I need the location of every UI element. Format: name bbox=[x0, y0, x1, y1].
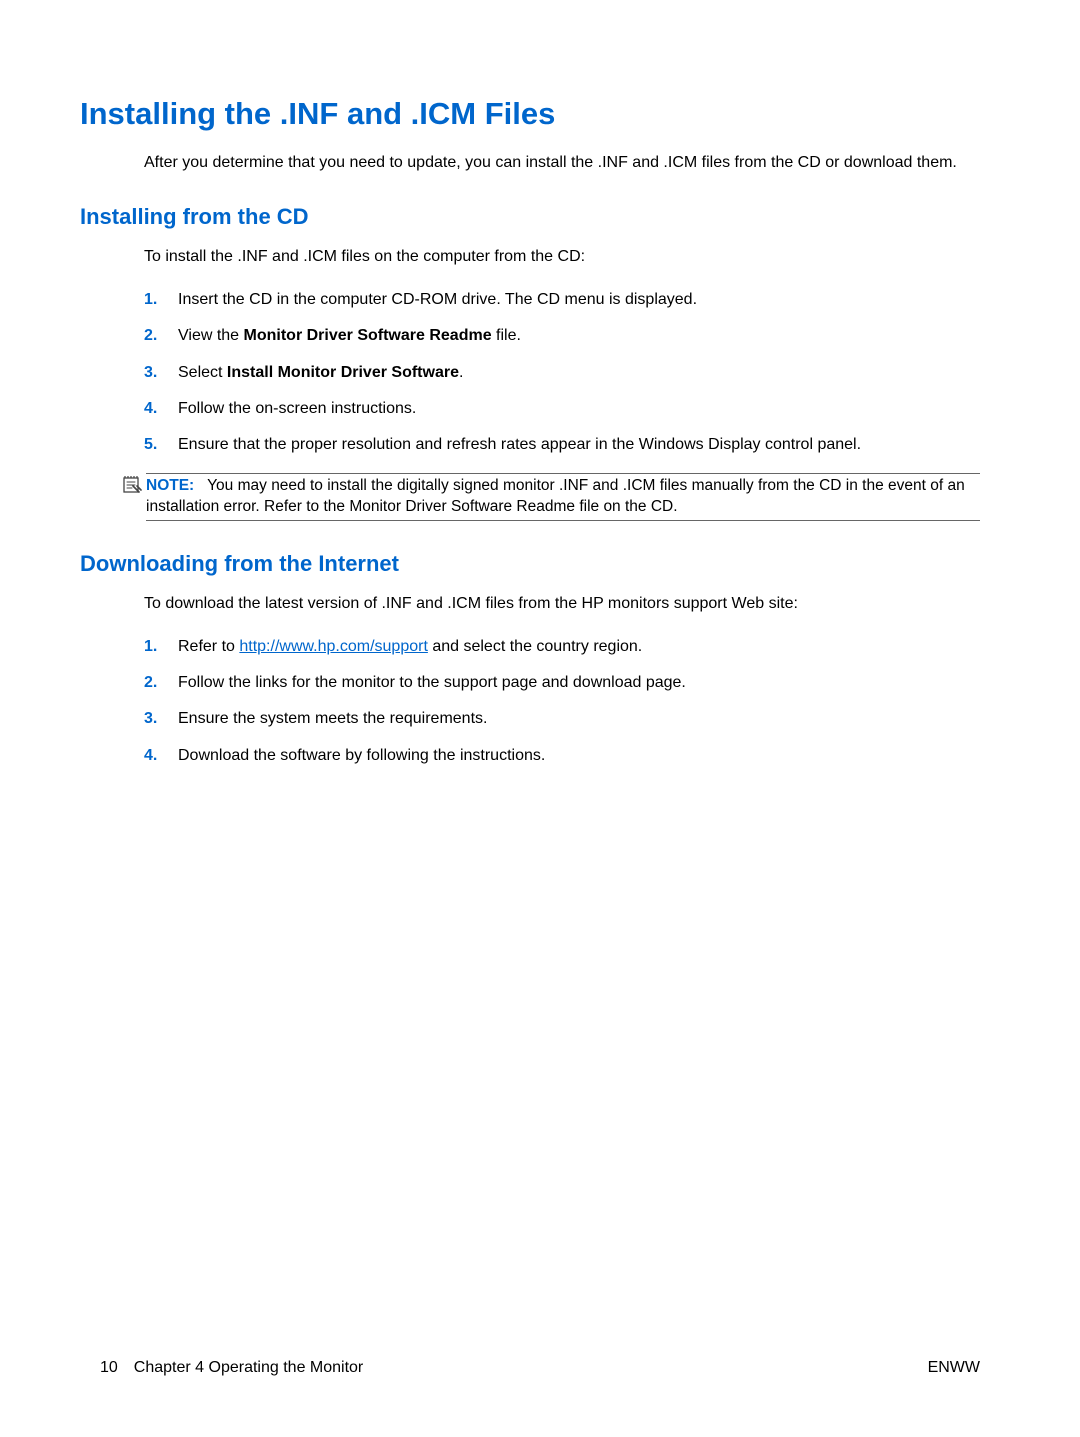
page-number: 10 bbox=[100, 1359, 118, 1377]
list-item: 3. Ensure the system meets the requireme… bbox=[144, 708, 980, 730]
list-content: View the Monitor Driver Software Readme … bbox=[178, 325, 980, 347]
list-item: 5. Ensure that the proper resolution and… bbox=[144, 434, 980, 456]
list-number: 3. bbox=[144, 362, 178, 384]
list-item: 2. View the Monitor Driver Software Read… bbox=[144, 325, 980, 347]
intro-text: After you determine that you need to upd… bbox=[144, 152, 980, 174]
list-content: Refer to http://www.hp.com/support and s… bbox=[178, 636, 980, 658]
list-content: Download the software by following the i… bbox=[178, 745, 980, 767]
list-item: 1. Refer to http://www.hp.com/support an… bbox=[144, 636, 980, 658]
list-number: 3. bbox=[144, 708, 178, 730]
footer-right: ENWW bbox=[928, 1359, 980, 1377]
note-icon bbox=[122, 474, 142, 494]
list-content: Ensure that the proper resolution and re… bbox=[178, 434, 980, 456]
list-number: 2. bbox=[144, 325, 178, 347]
list-content: Follow the on-screen instructions. bbox=[178, 398, 980, 420]
section1-heading: Installing from the CD bbox=[80, 204, 980, 230]
page-footer: 10 Chapter 4 Operating the Monitor ENWW bbox=[100, 1359, 980, 1377]
list-number: 5. bbox=[144, 434, 178, 456]
list-item: 3. Select Install Monitor Driver Softwar… bbox=[144, 362, 980, 384]
section1-list: 1. Insert the CD in the computer CD-ROM … bbox=[144, 289, 980, 457]
section2-intro: To download the latest version of .INF a… bbox=[144, 593, 980, 615]
section2-list: 1. Refer to http://www.hp.com/support an… bbox=[144, 636, 980, 768]
list-item: 4. Follow the on-screen instructions. bbox=[144, 398, 980, 420]
note-content: NOTE: You may need to install the digita… bbox=[146, 473, 980, 521]
support-link[interactable]: http://www.hp.com/support bbox=[239, 638, 428, 655]
list-content: Follow the links for the monitor to the … bbox=[178, 672, 980, 694]
note-label: NOTE: bbox=[146, 477, 194, 494]
list-content: Insert the CD in the computer CD-ROM dri… bbox=[178, 289, 980, 311]
list-number: 1. bbox=[144, 636, 178, 658]
list-number: 4. bbox=[144, 745, 178, 767]
list-number: 4. bbox=[144, 398, 178, 420]
list-item: 4. Download the software by following th… bbox=[144, 745, 980, 767]
list-item: 2. Follow the links for the monitor to t… bbox=[144, 672, 980, 694]
list-number: 2. bbox=[144, 672, 178, 694]
chapter-label: Chapter 4 Operating the Monitor bbox=[134, 1359, 363, 1377]
list-content: Ensure the system meets the requirements… bbox=[178, 708, 980, 730]
section2-heading: Downloading from the Internet bbox=[80, 551, 980, 577]
list-number: 1. bbox=[144, 289, 178, 311]
section1-intro: To install the .INF and .ICM files on th… bbox=[144, 246, 980, 268]
footer-left: 10 Chapter 4 Operating the Monitor bbox=[100, 1359, 363, 1377]
main-heading: Installing the .INF and .ICM Files bbox=[80, 96, 980, 132]
list-item: 1. Insert the CD in the computer CD-ROM … bbox=[144, 289, 980, 311]
list-content: Select Install Monitor Driver Software. bbox=[178, 362, 980, 384]
note-block: NOTE: You may need to install the digita… bbox=[122, 471, 980, 521]
